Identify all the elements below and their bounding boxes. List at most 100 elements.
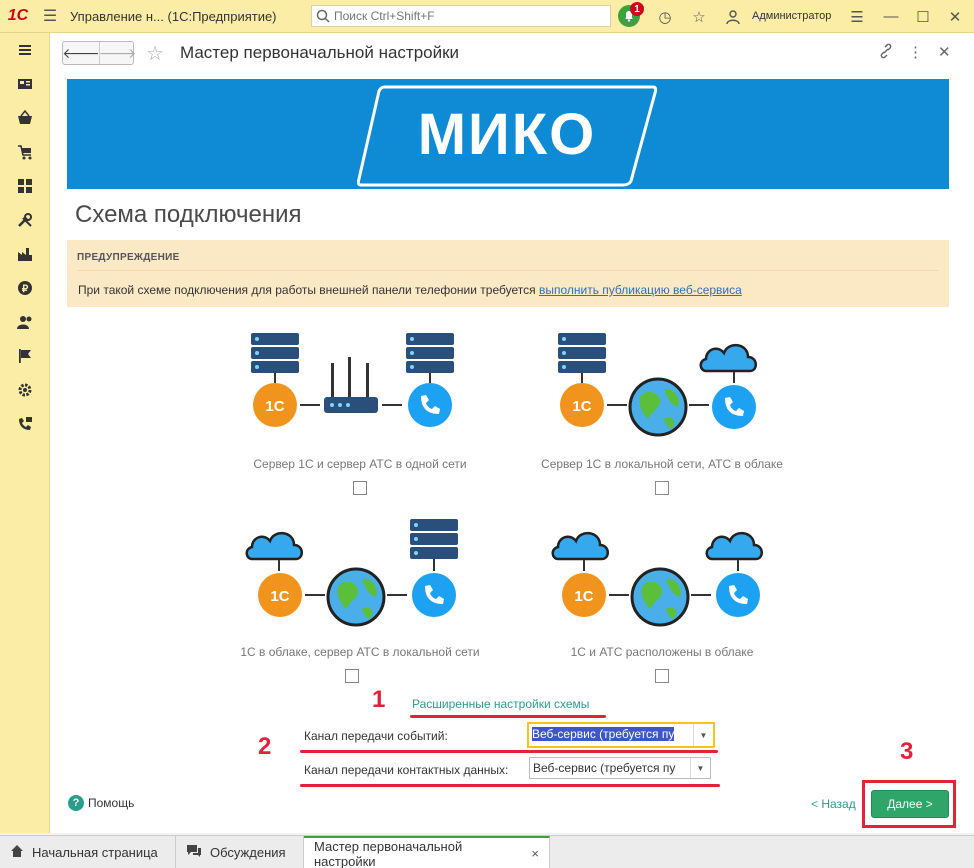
event-channel-selected-text: Веб-сервис (требуется пу (532, 727, 675, 741)
desktop-icon[interactable] (0, 67, 50, 101)
warning-message: При такой схеме подключения для работы в… (78, 283, 539, 297)
form-title: Мастер первоначальной настройки (180, 43, 460, 62)
user-icon[interactable] (722, 0, 744, 33)
advanced-settings-link[interactable]: Расширенные настройки схемы (412, 697, 589, 711)
user-name[interactable]: Администратор (752, 10, 831, 22)
forward-arrow-icon[interactable]: 🡒 (99, 42, 136, 64)
nav-buttons: 🡐 🡒 (62, 41, 136, 65)
finance-icon[interactable]: ₽ (0, 271, 50, 305)
event-channel-value: Веб-сервис (требуется пу (529, 724, 693, 746)
schema-1-checkbox[interactable] (353, 481, 367, 495)
question-icon: ? (68, 795, 84, 811)
publish-webservice-link[interactable]: выполнить публикацию веб-сервиса (539, 283, 742, 297)
sales-icon[interactable] (0, 135, 50, 169)
dropdown-arrow-icon[interactable]: ▼ (693, 724, 713, 746)
server-icon (410, 519, 458, 559)
minimize-icon[interactable]: — (880, 0, 902, 33)
miko-logo: МИКО (417, 102, 597, 167)
favorite-star-icon[interactable]: ☆ (146, 41, 164, 66)
link-icon[interactable] (878, 43, 894, 63)
home-icon (10, 844, 24, 861)
router-icon (324, 357, 378, 413)
annotation-number-1: 1 (372, 686, 386, 713)
schema-card-2: 1С Сервер 1С в локальной сети, АТС в обл… (522, 331, 802, 511)
annotation-number-2: 2 (258, 733, 272, 760)
event-channel-select[interactable]: Веб-сервис (требуется пу ▼ (527, 722, 715, 748)
sidebar: ₽ (0, 33, 50, 833)
global-search[interactable] (311, 5, 611, 27)
purchases-icon[interactable] (0, 101, 50, 135)
schema-3-label: 1С в облаке, сервер АТС в локальной сети (240, 645, 480, 659)
favorites-icon[interactable]: ☆ (688, 0, 710, 33)
server-icon (406, 333, 454, 373)
app-logo: 1С (7, 7, 29, 24)
globe-icon (630, 567, 690, 627)
svg-text:1С: 1С (574, 588, 593, 605)
window-tabs: Начальная страница Обсуждения Мастер пер… (0, 835, 974, 868)
event-channel-label: Канал передачи событий: (304, 729, 448, 743)
catalog-icon[interactable] (0, 169, 50, 203)
schema-4-diagram: 1С (551, 532, 763, 627)
annotation-underline-1 (410, 715, 606, 718)
schema-3-checkbox[interactable] (345, 669, 359, 683)
schema-3-diagram: 1С (245, 519, 458, 627)
tab-setup-wizard-label: Мастер первоначальной настройки (314, 838, 463, 868)
globe-icon (326, 567, 386, 627)
flag-icon[interactable] (0, 339, 50, 373)
server-icon (251, 333, 299, 373)
settings-icon[interactable] (0, 373, 50, 407)
close-window-icon[interactable]: ✕ (944, 0, 966, 33)
dropdown-arrow-icon[interactable]: ▼ (690, 758, 710, 778)
miko-banner: МИКО (67, 79, 949, 189)
cloud-icon (705, 532, 763, 561)
contacts-icon[interactable] (0, 305, 50, 339)
tab-discussions[interactable]: Обсуждения (176, 836, 304, 868)
svg-text:1С: 1С (270, 588, 289, 605)
contact-channel-value: Веб-сервис (требуется пу (533, 761, 676, 775)
schema-4-checkbox[interactable] (655, 669, 669, 683)
contact-channel-select[interactable]: Веб-сервис (требуется пу ▼ (529, 757, 711, 779)
schema-card-1: 1С Сервер 1С и сервер АТС в одной сети (220, 331, 500, 511)
svg-text:1С: 1С (265, 398, 284, 415)
schema-2-diagram: 1С (558, 333, 757, 437)
server-icon (558, 333, 606, 373)
svg-text:₽: ₽ (22, 284, 29, 295)
search-icon (316, 9, 330, 23)
more-actions-icon[interactable]: ⋮ (908, 43, 923, 61)
section-title: Схема подключения (75, 201, 302, 228)
back-link[interactable]: < Назад (811, 797, 856, 811)
tools-icon[interactable] (0, 203, 50, 237)
setup-wizard-form: 🡐 🡒 ☆ Мастер первоначальной настройки ⋮ … (50, 33, 974, 833)
help-link[interactable]: ? Помощь (68, 795, 134, 811)
tab-home[interactable]: Начальная страница (0, 836, 176, 868)
annotation-underline-2a (300, 750, 718, 753)
search-input[interactable] (334, 9, 604, 23)
cloud-icon (551, 532, 609, 561)
svg-text:1С: 1С (572, 398, 591, 415)
schema-1-diagram: 1С (251, 333, 454, 427)
warning-heading: ПРЕДУПРЕЖДЕНИЕ (77, 252, 180, 263)
settings-menu-icon[interactable]: ☰ (846, 0, 868, 33)
annotation-number-3: 3 (900, 738, 914, 765)
production-icon[interactable] (0, 237, 50, 271)
globe-icon (628, 377, 688, 437)
contact-channel-label: Канал передачи контактных данных: (304, 763, 509, 777)
tab-setup-wizard[interactable]: Мастер первоначальной настройки × (304, 836, 550, 868)
schema-2-checkbox[interactable] (655, 481, 669, 495)
menu-icon[interactable] (0, 33, 50, 67)
schema-card-4: 1С 1С и АТС расположены в облаке (522, 519, 802, 699)
history-icon[interactable]: ◷ (654, 0, 676, 33)
close-tab-icon[interactable]: × (531, 846, 539, 861)
schema-2-label: Сервер 1С в локальной сети, АТС в облаке (541, 457, 783, 471)
main-menu-icon[interactable]: ☰ (36, 0, 64, 33)
schema-card-3: 1С 1С в облаке, сервер АТС в локальной с… (220, 519, 500, 699)
tab-discussions-label: Обсуждения (210, 845, 286, 860)
close-form-icon[interactable]: ✕ (938, 43, 951, 61)
maximize-icon[interactable]: ☐ (912, 0, 934, 33)
back-arrow-icon[interactable]: 🡐 (62, 42, 100, 64)
cloud-icon (699, 344, 757, 373)
telephony-icon[interactable] (0, 407, 50, 441)
notifications-badge: 1 (630, 2, 644, 16)
warning-panel: ПРЕДУПРЕЖДЕНИЕ При такой схеме подключен… (67, 240, 949, 307)
cloud-icon (245, 532, 303, 561)
